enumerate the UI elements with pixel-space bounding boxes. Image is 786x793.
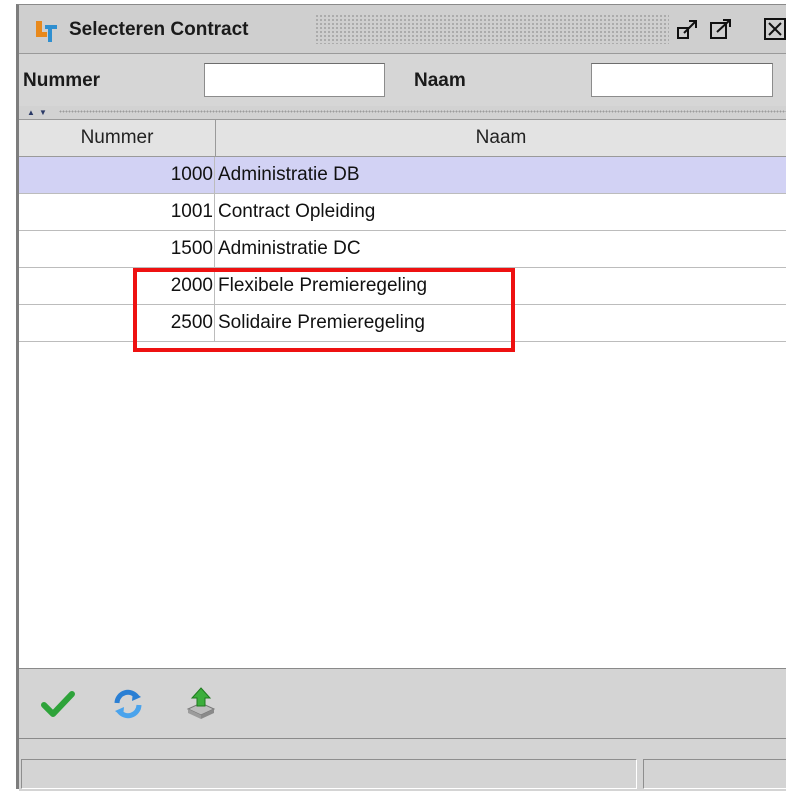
row-nummer: 2500 (19, 305, 215, 341)
close-icon[interactable] (763, 17, 786, 41)
table-row[interactable]: 1000 Administratie DB (19, 157, 786, 194)
status-bar (19, 738, 786, 791)
row-naam: Contract Opleiding (218, 201, 376, 222)
splitter-grip (59, 110, 786, 113)
window-title: Selecteren Contract (69, 19, 249, 40)
row-naam: Administratie DB (218, 164, 360, 185)
collapse-splitter[interactable]: ▲ ▼ (19, 106, 786, 120)
collapse-down-icon[interactable]: ▼ (39, 109, 47, 117)
row-naam: Solidaire Premieregeling (218, 312, 425, 333)
nummer-filter-input[interactable] (204, 63, 385, 97)
table-header: Nummer Naam (19, 120, 786, 157)
table-row[interactable]: 1500 Administratie DC (19, 231, 786, 268)
row-nummer: 1000 (19, 157, 215, 193)
naam-filter-label: Naam (414, 70, 466, 91)
restore-icon[interactable] (676, 17, 700, 41)
table-row[interactable]: 2000 Flexibele Premieregeling (19, 268, 786, 305)
naam-filter-input[interactable] (591, 63, 773, 97)
nummer-filter-label: Nummer (23, 70, 101, 91)
row-naam: Flexibele Premieregeling (218, 275, 428, 296)
table-row[interactable]: 2500 Solidaire Premieregeling (19, 305, 786, 342)
app-logo-icon (36, 21, 57, 42)
table-row[interactable]: 1001 Contract Opleiding (19, 194, 786, 231)
column-header-nummer[interactable]: Nummer (19, 120, 216, 156)
refresh-icon[interactable] (109, 685, 147, 723)
collapse-up-icon[interactable]: ▲ (27, 109, 35, 117)
row-nummer: 2000 (19, 268, 215, 304)
contract-table: Nummer Naam 1000 Administratie DB 1001 C… (19, 120, 786, 669)
dialog-window: Selecteren Contract Nummer Naam ▲ ▼ Numm… (16, 4, 786, 791)
confirm-check-icon[interactable] (39, 685, 77, 723)
export-icon[interactable] (182, 685, 220, 723)
row-naam: Administratie DC (218, 238, 361, 259)
status-left (21, 759, 637, 789)
row-nummer: 1001 (19, 194, 215, 230)
action-toolbar (19, 669, 786, 737)
column-header-naam[interactable]: Naam (216, 120, 786, 156)
title-grip (315, 14, 669, 44)
title-bar[interactable]: Selecteren Contract (19, 5, 786, 54)
status-right (643, 759, 786, 789)
maximize-icon[interactable] (709, 17, 733, 41)
filter-bar: Nummer Naam (19, 54, 786, 106)
row-nummer: 1500 (19, 231, 215, 267)
